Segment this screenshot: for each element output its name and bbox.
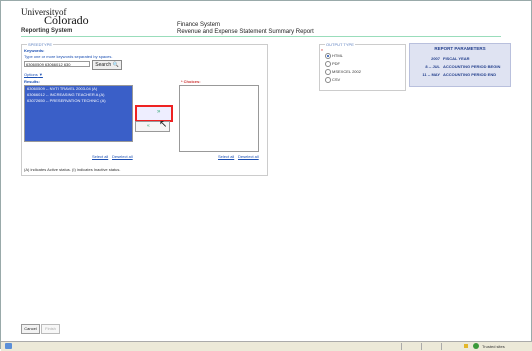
- keywords-hint: Type one or more keywords separated by s…: [24, 54, 113, 59]
- choices-deselect-all-link[interactable]: Deselect all: [238, 154, 259, 159]
- param-label: ACCOUNTING PERIOD BEGIN: [443, 64, 501, 69]
- keywords-label: Keywords:: [24, 48, 45, 53]
- status-bar: Trusted sites: [1, 341, 532, 351]
- param-row: 11 -- MAY ACCOUNTING PERIOD END: [412, 72, 508, 77]
- output-type-legend: OUTPUT TYPE: [325, 42, 355, 47]
- radio-csv[interactable]: [325, 77, 331, 83]
- reporting-system-label: Reporting System: [21, 28, 73, 34]
- status-note: (A) indicates Active status. (I) indicat…: [24, 167, 121, 172]
- param-row: 2007 FISCAL YEAR: [412, 56, 508, 61]
- security-zone-label: Trusted sites: [482, 344, 505, 349]
- search-icon: 🔍: [112, 62, 119, 68]
- finish-button[interactable]: Finish: [41, 324, 60, 334]
- radio-csv-label: CSV: [332, 77, 341, 82]
- param-label: ACCOUNTING PERIOD END: [443, 72, 497, 77]
- output-type-fieldset: OUTPUT TYPE * HTML PDF MSEXCEL 2002 CSV: [319, 42, 406, 91]
- cancel-button[interactable]: Cancel: [21, 324, 40, 334]
- chevron-down-icon: ▼: [38, 72, 43, 77]
- options-link[interactable]: Options ▼: [24, 72, 43, 77]
- results-list[interactable]: 63060509 -- NVTI TRAVEL 2003-04 (A) 6306…: [24, 85, 133, 142]
- radio-msexcel-label: MSEXCEL 2002: [332, 69, 361, 74]
- choices-label-text: Choices:: [183, 79, 201, 84]
- lock-icon: [464, 344, 468, 348]
- choices-list[interactable]: [179, 85, 259, 152]
- radio-pdf[interactable]: [325, 61, 331, 67]
- param-label: FISCAL YEAR: [443, 56, 470, 61]
- speedtype-legend: SPEEDTYPE: [27, 42, 54, 47]
- param-value: 11 -- MAY: [422, 72, 440, 77]
- speedtype-fieldset: SPEEDTYPE Keywords: Type one or more key…: [21, 42, 268, 176]
- arrow-right-icon: »: [157, 109, 161, 115]
- results-label: Results:: [24, 79, 40, 84]
- radio-pdf-label: PDF: [332, 61, 340, 66]
- trusted-sites-icon: [473, 343, 479, 349]
- logo-colorado: Colorado: [44, 13, 89, 27]
- search-button-label: Search: [95, 62, 112, 68]
- keywords-input[interactable]: 63060509 63066012 630: [24, 61, 90, 67]
- report-parameters-heading: REPORT PARAMETERS: [434, 46, 486, 51]
- choices-label: * Choices:: [181, 79, 201, 84]
- page-title-report: Revenue and Expense Statement Summary Re…: [177, 29, 314, 35]
- param-value: 2007: [431, 56, 440, 61]
- param-value: 8 -- JUL: [425, 64, 440, 69]
- radio-html-label: HTML: [332, 53, 343, 58]
- header-divider: [21, 36, 501, 37]
- results-selected-area: [25, 104, 132, 141]
- radio-html[interactable]: [325, 53, 331, 59]
- browser-window: Universityof Colorado Reporting System F…: [0, 0, 532, 351]
- required-marker-icon: *: [321, 49, 323, 55]
- results-deselect-all-link[interactable]: Deselect all: [112, 154, 133, 159]
- pointer-cursor-icon: ↖: [159, 119, 168, 130]
- ie-page-icon: [5, 343, 12, 349]
- arrow-left-icon: «: [147, 123, 150, 129]
- param-row: 8 -- JUL ACCOUNTING PERIOD BEGIN: [412, 64, 508, 69]
- choices-select-all-link[interactable]: Select all: [218, 154, 234, 159]
- search-button[interactable]: Search 🔍: [92, 60, 122, 70]
- page-title-system: Finance System: [177, 22, 221, 28]
- options-link-label: Options: [24, 72, 38, 77]
- radio-msexcel[interactable]: [325, 69, 331, 75]
- report-parameters-panel: REPORT PARAMETERS 2007 FISCAL YEAR 8 -- J…: [409, 43, 511, 87]
- results-select-all-link[interactable]: Select all: [92, 154, 108, 159]
